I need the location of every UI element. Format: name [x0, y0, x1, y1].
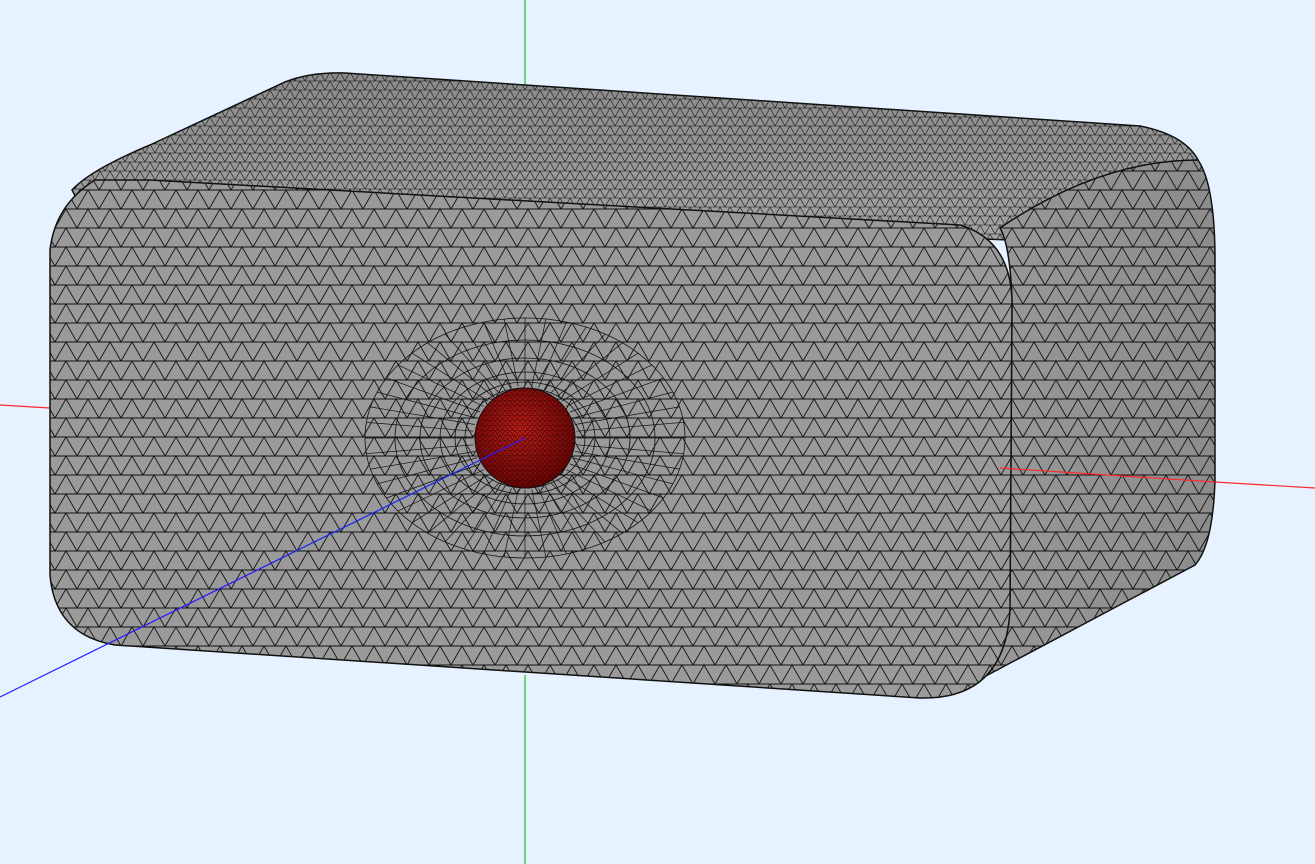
axis-x-line-left [0, 404, 51, 409]
axis-x-line-right [1214, 481, 1315, 489]
3d-viewport[interactable] [0, 0, 1315, 864]
mesh-box[interactable] [49, 72, 1216, 699]
